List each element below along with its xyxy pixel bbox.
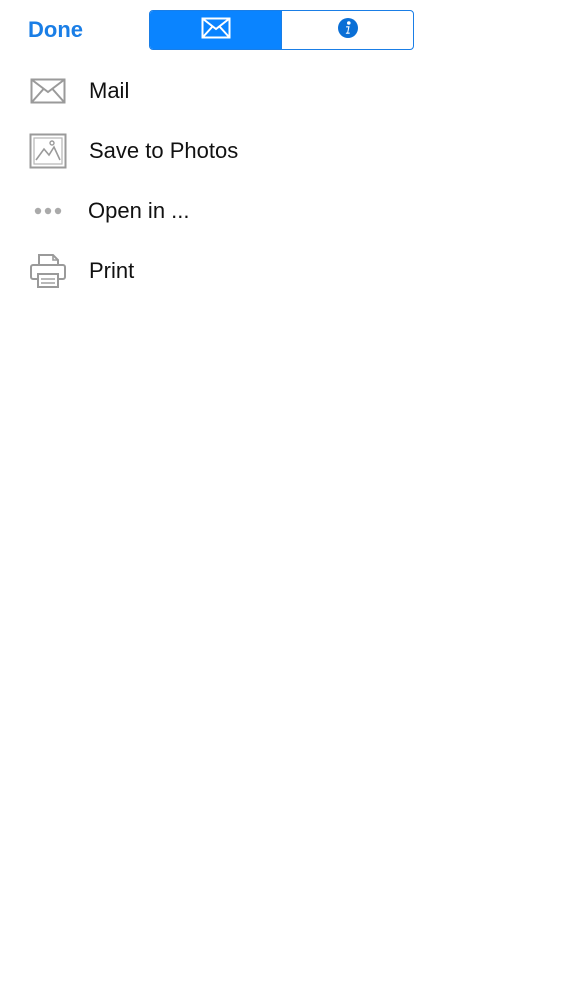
menu-item-label: Save to Photos <box>89 138 239 163</box>
segment-info[interactable] <box>281 11 413 49</box>
menu-item-save-to-photos[interactable]: Save to Photos <box>0 121 563 181</box>
segment-share[interactable] <box>150 11 281 49</box>
menu-item-label: Open in ... <box>88 198 190 223</box>
more-icon <box>28 191 68 231</box>
printer-icon <box>28 251 68 291</box>
done-button[interactable]: Done <box>28 16 83 44</box>
mail-icon <box>201 17 231 44</box>
mail-icon <box>28 71 68 111</box>
menu-item-mail[interactable]: Mail <box>0 61 563 121</box>
menu-item-label: Print <box>89 258 135 283</box>
menu-item-print[interactable]: Print <box>0 241 563 301</box>
photo-icon <box>28 131 68 171</box>
menu-item-open-in[interactable]: Open in ... <box>0 181 563 241</box>
menu-item-label: Mail <box>89 78 130 103</box>
share-menu: Mail Save to Photos Open in ... Print <box>0 61 563 301</box>
view-segmented-control <box>149 10 414 50</box>
info-icon <box>337 17 359 44</box>
